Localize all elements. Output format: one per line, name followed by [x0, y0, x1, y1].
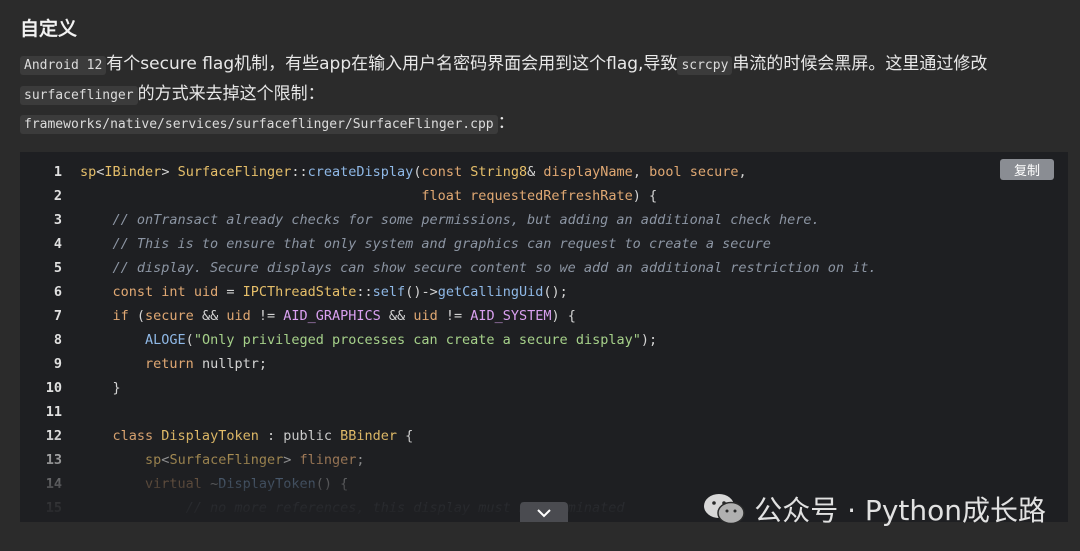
expand-code-button[interactable] [520, 502, 568, 522]
code-text: if (secure && uid != AID_GRAPHICS && uid… [112, 308, 576, 324]
watermark: 公众号 · Python成长路 [702, 489, 1046, 529]
code-line: 3 // onTransact already checks for some … [20, 208, 877, 232]
inline-code-file-path: frameworks/native/services/surfaceflinge… [20, 115, 498, 134]
code-text: sp<IBinder> SurfaceFlinger::createDispla… [80, 164, 747, 180]
code-text: // display. Secure displays can show sec… [80, 260, 877, 276]
wechat-icon [704, 494, 745, 525]
code-line: 5 // display. Secure displays can show s… [20, 256, 877, 280]
intro-paragraph: Android 12 有个secure flag机制，有些app在输入用户名密码界… [20, 50, 1060, 110]
code-line: 2 float requestedRefreshRate) { [20, 184, 877, 208]
file-path-suffix: ： [497, 113, 515, 133]
code-text: } [80, 380, 121, 396]
line-number: 1 [53, 164, 62, 180]
code-line: 10 } [20, 376, 877, 400]
code-line: 7 if (secure && uid != AID_GRAPHICS && u… [20, 304, 877, 328]
code-text: // This is to ensure that only system an… [80, 236, 771, 252]
code-line: 9 return nullptr; [20, 352, 877, 376]
code-text: float requestedRefreshRate) { [421, 188, 658, 204]
copy-button[interactable]: 复制 [999, 159, 1054, 180]
code-line: 4 // This is to ensure that only system … [20, 232, 877, 256]
line-number: 2 [53, 188, 62, 204]
line-number: 8 [53, 332, 62, 348]
code-text: ALOGE("Only privileged processes can cre… [145, 332, 658, 348]
line-number: 7 [53, 308, 62, 324]
paragraph-text-2: 串流的时候会黑屏。这里通过修改 [732, 54, 988, 74]
inline-code-surfaceflinger: surfaceflinger [20, 86, 138, 105]
code-text: // onTransact already checks for some pe… [80, 212, 820, 228]
line-number: 3 [53, 212, 62, 228]
line-number: 4 [53, 236, 62, 252]
chevron-down-icon [537, 509, 551, 518]
inline-code-android: Android 12 [20, 56, 107, 75]
line-number: 11 [45, 404, 62, 420]
line-number: 6 [53, 284, 62, 300]
inline-code-scrcpy: scrcpy [677, 56, 733, 75]
code-line: 1 sp<IBinder> SurfaceFlinger::createDispl… [20, 160, 877, 184]
line-number: 5 [53, 260, 62, 276]
code-line: 6 const int uid = IPCThreadState::self()… [20, 280, 877, 304]
file-path-line: frameworks/native/services/surfaceflinge… [20, 108, 515, 134]
code-line: 8 ALOGE("Only privileged processes can c… [20, 328, 877, 352]
code-text: const int uid = IPCThreadState::self()->… [112, 284, 568, 300]
watermark-text: 公众号 · Python成长路 [754, 494, 1046, 527]
code-block[interactable]: 复制 1 sp<IBinder> SurfaceFlinger::createDi… [20, 152, 1068, 522]
line-number: 9 [53, 356, 62, 372]
code-line: 11 [20, 400, 877, 424]
line-number: 10 [45, 380, 62, 396]
section-heading: 自定义 [20, 18, 78, 40]
code-text: return nullptr; [145, 356, 267, 372]
paragraph-text-3: 的方式来去掉这个限制： [137, 84, 325, 104]
paragraph-text-1: 有个secure flag机制，有些app在输入用户名密码界面会用到这个flag… [106, 54, 678, 74]
